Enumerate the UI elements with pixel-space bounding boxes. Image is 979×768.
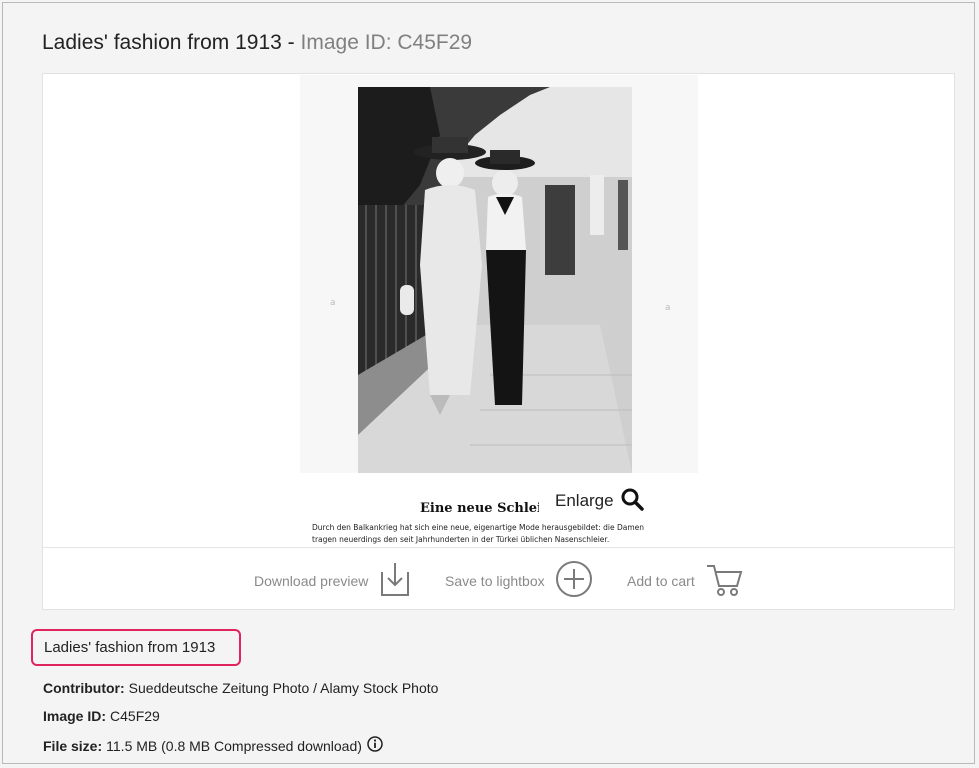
- contributor-row: Contributor: Sueddeutsche Zeitung Photo …: [43, 680, 438, 696]
- info-icon[interactable]: [367, 736, 383, 755]
- plus-circle-icon: [555, 560, 593, 603]
- cart-icon: [705, 560, 743, 603]
- contributor-label: Contributor:: [43, 680, 125, 696]
- enlarge-label: Enlarge: [555, 491, 614, 510]
- image-caption-text: Ladies' fashion from 1913: [44, 639, 216, 656]
- image-detail-card: Ladies' fashion from 1913 - Image ID: C4…: [2, 2, 975, 764]
- image-preview-panel: a a Eine neue Schleiermode. Durch den Ba…: [42, 73, 955, 610]
- image-id-value: C45F29: [110, 708, 160, 724]
- photo-caption-line-1: Durch den Balkankrieg hat sich eine neue…: [312, 523, 644, 532]
- file-size-row: File size: 11.5 MB (0.8 MB Compressed do…: [43, 736, 383, 755]
- vintage-photo: a a Eine neue Schleiermode. Durch den Ba…: [300, 75, 698, 547]
- image-caption: Ladies' fashion from 1913: [31, 629, 241, 666]
- svg-text:a: a: [330, 298, 336, 308]
- title-text: Ladies' fashion from 1913: [42, 31, 282, 54]
- download-preview-label: Download preview: [254, 573, 369, 589]
- photo-caption-line-2: tragen neuerdings den seit Jahrhunderten…: [312, 535, 609, 544]
- title-image-id: Image ID: C45F29: [300, 31, 473, 54]
- save-to-lightbox-button[interactable]: Save to lightbox: [445, 559, 593, 603]
- preview-image[interactable]: a a Eine neue Schleiermode. Durch den Ba…: [300, 75, 698, 547]
- file-size-label: File size:: [43, 737, 103, 754]
- save-to-lightbox-label: Save to lightbox: [445, 573, 545, 589]
- page-title: Ladies' fashion from 1913 - Image ID: C4…: [42, 31, 472, 55]
- download-icon: [378, 560, 412, 603]
- image-id-row: Image ID: C45F29: [43, 708, 160, 724]
- image-id-label: Image ID:: [43, 708, 107, 724]
- file-size-value: 11.5 MB (0.8 MB Compressed download): [106, 737, 362, 754]
- title-separator: -: [281, 31, 301, 54]
- actions-divider: [43, 547, 954, 548]
- contributor-value: Sueddeutsche Zeitung Photo / Alamy Stock…: [128, 680, 439, 696]
- download-preview-button[interactable]: Download preview: [254, 559, 412, 603]
- search-icon: [620, 487, 644, 516]
- svg-text:a: a: [665, 303, 671, 313]
- add-to-cart-label: Add to cart: [627, 573, 695, 589]
- add-to-cart-button[interactable]: Add to cart: [627, 559, 743, 603]
- enlarge-button[interactable]: Enlarge: [539, 481, 671, 521]
